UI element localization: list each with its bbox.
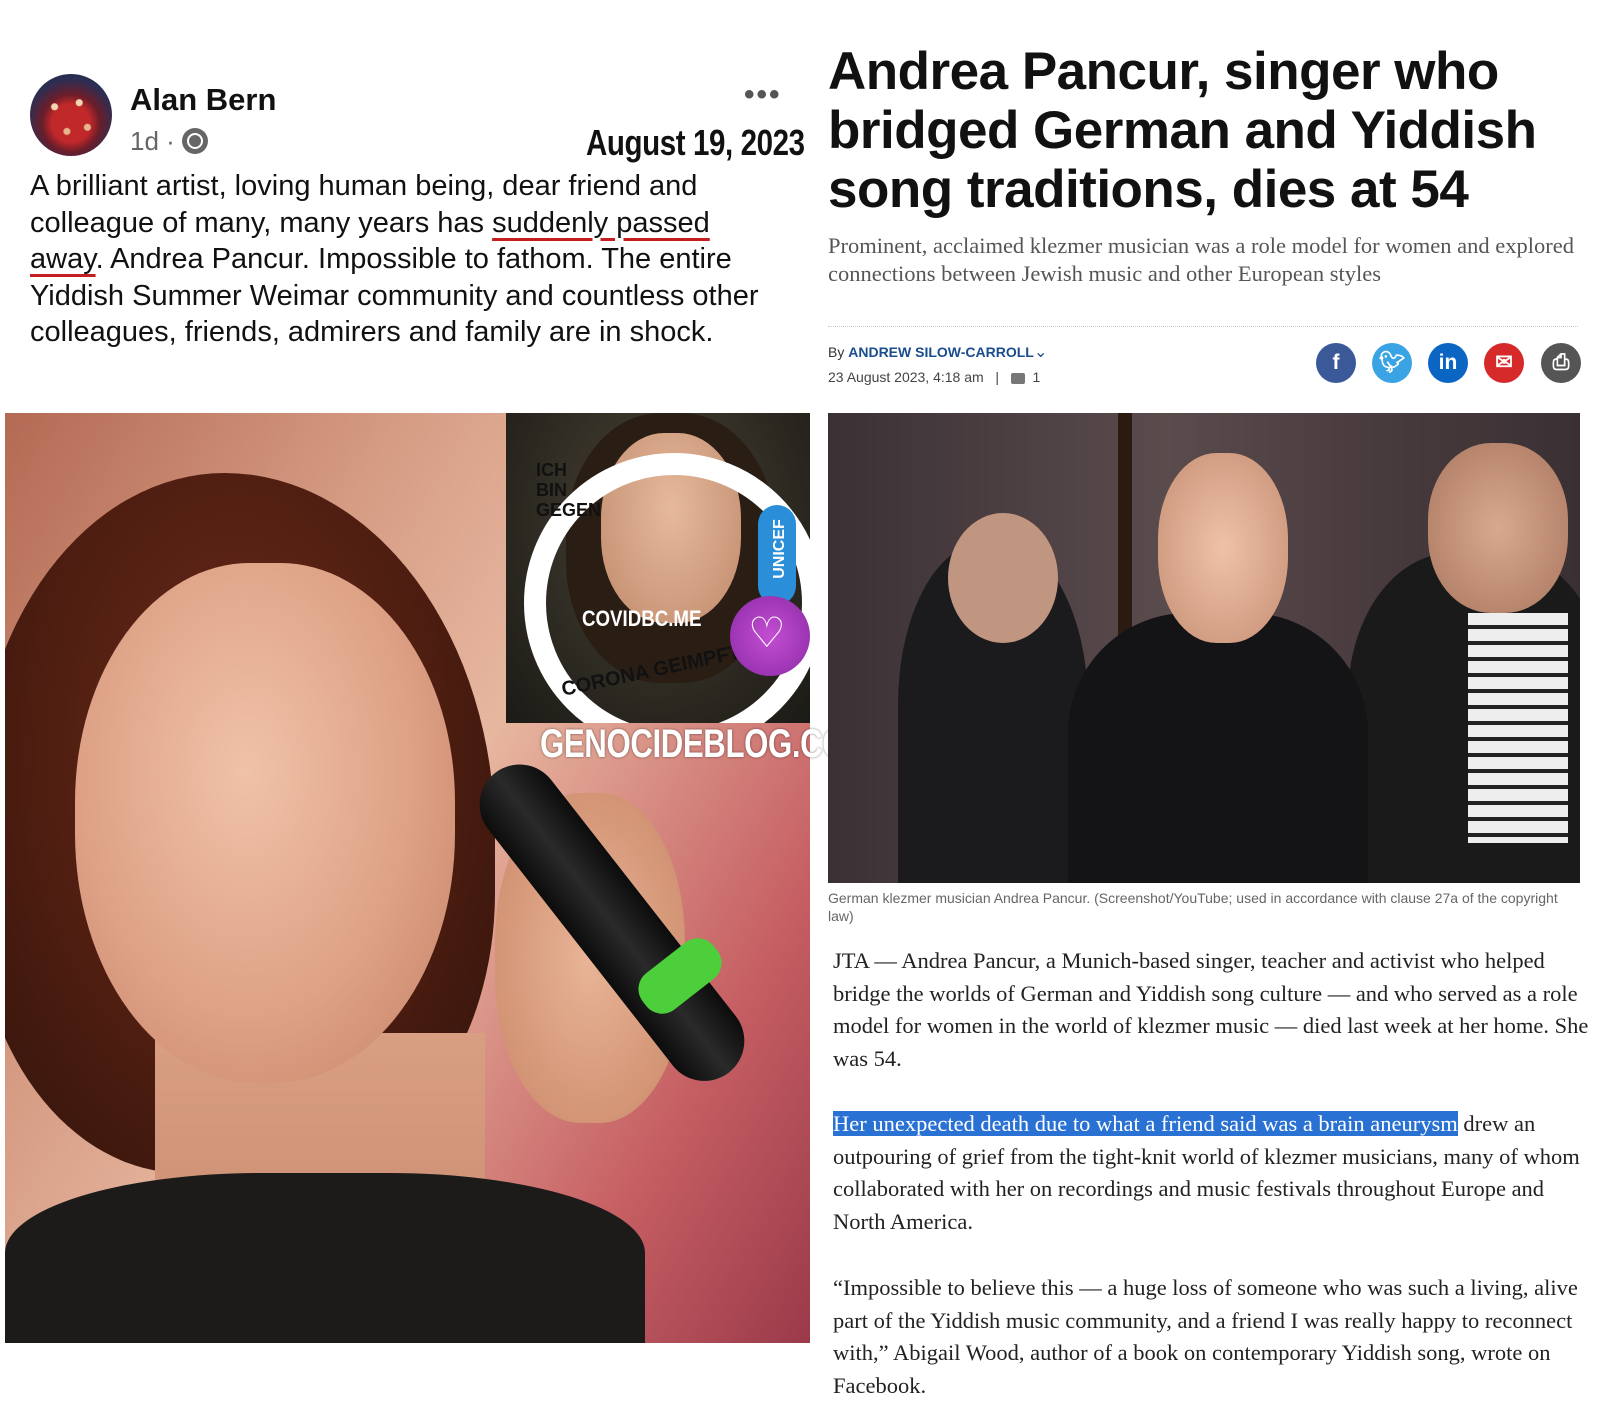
print-icon[interactable]: ⎙ xyxy=(1541,343,1581,383)
comment-icon[interactable] xyxy=(1010,372,1025,384)
email-icon[interactable]: ✉ xyxy=(1484,343,1524,383)
heart-icon: ♡ xyxy=(748,609,786,656)
divider xyxy=(828,326,1578,327)
post-text-part: . Andrea Pancur. Impossible to fathom. T… xyxy=(30,243,759,348)
photo-face xyxy=(75,563,455,1083)
article-title: Andrea Pancur, singer who bridged German… xyxy=(828,42,1537,219)
article-date: 23 August 2023, 4:18 am xyxy=(828,369,984,385)
article-paragraph: JTA — Andrea Pancur, a Munich-based sing… xyxy=(833,948,1589,1071)
article-subtitle: Prominent, acclaimed klezmer musician wa… xyxy=(828,233,1574,286)
post-author-name[interactable]: Alan Bern xyxy=(130,82,276,118)
chevron-down-icon[interactable]: ⌄ xyxy=(1034,342,1047,362)
photo-caption: German klezmer musician Andrea Pancur. (… xyxy=(828,890,1558,924)
article-paragraph: Her unexpected death due to what a frien… xyxy=(833,1108,1593,1238)
accordionist-head xyxy=(1428,443,1568,613)
unicef-label: UNICEF xyxy=(770,519,788,579)
byline: By ANDREW SILOW-CARROLL xyxy=(828,344,1034,360)
post-timestamp[interactable]: 1d · xyxy=(130,126,175,157)
inset-ring-text: ICH BIN GEGEN xyxy=(536,460,602,520)
highlighted-text[interactable]: Her unexpected death due to what a frien… xyxy=(833,1111,1458,1136)
article-photo[interactable] xyxy=(828,413,1580,883)
more-options-icon[interactable]: ••• xyxy=(744,78,782,112)
date-overlay: August 19, 2023 xyxy=(586,122,805,163)
article-meta: 23 August 2023, 4:18 am | 1 xyxy=(828,369,1040,385)
singer xyxy=(1068,613,1368,883)
meta-separator: | xyxy=(995,369,999,385)
twitter-icon[interactable]: 🐦︎ xyxy=(1372,343,1412,383)
comment-count[interactable]: 1 xyxy=(1032,369,1040,385)
profile-avatar[interactable] xyxy=(30,74,112,156)
photo-shirt xyxy=(5,1173,645,1343)
singer-head xyxy=(1158,453,1288,643)
musician-left-head xyxy=(948,513,1058,643)
article-paragraph: “Impossible to believe this — a huge los… xyxy=(833,1275,1578,1398)
accordion xyxy=(1468,613,1568,843)
inset-covid-text: COVIDBC.ME xyxy=(582,606,702,631)
watermark-text: GENOCIDEBLOG.COM xyxy=(540,722,872,766)
linkedin-icon[interactable]: in xyxy=(1428,343,1468,383)
post-text: A brilliant artist, loving human being, … xyxy=(30,168,770,351)
globe-icon xyxy=(182,128,208,154)
facebook-icon[interactable]: f xyxy=(1316,343,1356,383)
by-label: By xyxy=(828,344,845,360)
author-link[interactable]: ANDREW SILOW-CARROLL xyxy=(848,344,1034,360)
